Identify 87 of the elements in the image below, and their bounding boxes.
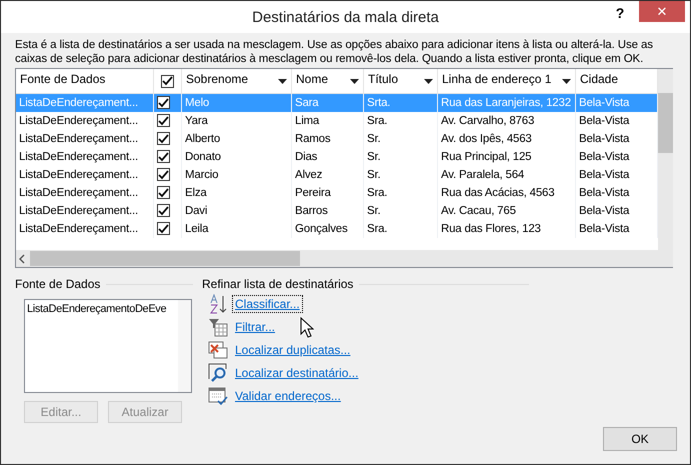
table-row[interactable]: ListaDeEndereçament... Marcio Alvez Sr. Av. Paralela, 564 Bela-Vista — [16, 166, 658, 184]
table-cell: Ramos — [292, 130, 364, 148]
vertical-scrollbar[interactable] — [178, 300, 191, 392]
table-cell: Av. Paralela, 564 — [438, 166, 576, 184]
table-cell: Marcio — [182, 166, 292, 184]
table-cell: Rua das Laranjeiras, 1232 — [438, 94, 576, 112]
table-cell: Leila — [182, 220, 292, 238]
table-cell: ListaDeEndereçament... — [16, 202, 154, 220]
row-checkbox[interactable] — [157, 114, 170, 127]
magnifier-icon — [208, 362, 228, 382]
table-cell: Melo — [182, 94, 292, 112]
ok-button[interactable]: OK — [603, 427, 677, 451]
mouse-cursor-icon — [300, 317, 314, 339]
table-cell: Dias — [292, 148, 364, 166]
table-cell: Rua das Flores, 123 — [438, 220, 576, 238]
table-cell: Yara — [182, 112, 292, 130]
link[interactable]: Localizar destinatário... — [232, 364, 362, 382]
table-cell: Lima — [292, 112, 364, 130]
select-all-checkbox[interactable] — [161, 74, 174, 88]
row-checkbox[interactable] — [157, 150, 170, 163]
table-cell: Sr. — [364, 130, 438, 148]
table-cell: Pereira — [292, 184, 364, 202]
link[interactable]: Localizar duplicatas... — [232, 340, 354, 358]
column-header[interactable]: Fonte de Dados — [16, 69, 154, 93]
calendar-check-icon — [208, 386, 228, 406]
table-cell: Alberto — [182, 130, 292, 148]
table-cell: ListaDeEndereçament... — [16, 112, 154, 130]
table-cell: Donato — [182, 148, 292, 166]
horizontal-scrollbar[interactable] — [16, 250, 658, 267]
dropdown-arrow-icon[interactable] — [562, 79, 571, 84]
row-checkbox[interactable] — [157, 222, 170, 235]
dropdown-arrow-icon[interactable] — [424, 79, 433, 84]
table-cell: Srta. — [364, 94, 438, 112]
row-checkbox[interactable] — [157, 186, 170, 199]
table-cell: Rua das Acácias, 4563 — [438, 184, 576, 202]
table-cell: ListaDeEndereçament... — [16, 130, 154, 148]
group-label: Refinar lista de destinatários — [202, 277, 354, 291]
table-cell: Elza — [182, 184, 292, 202]
table-cell: Alvez — [292, 166, 364, 184]
table-cell: Av. dos Ipês, 4563 — [438, 130, 576, 148]
duplicates-icon — [208, 340, 228, 360]
table-cell: Sra. — [364, 184, 438, 202]
table-cell: ListaDeEndereçament... — [16, 94, 154, 112]
table-row[interactable]: ListaDeEndereçament... Elza Pereira Sra. Rua das Acácias, 4563 Bela-Vista — [16, 184, 658, 202]
link[interactable]: Filtrar... — [232, 318, 278, 336]
table-cell: ListaDeEndereçament... — [16, 148, 154, 166]
window-title: Destinatários da mala direta — [252, 8, 439, 26]
sort-icon — [208, 294, 228, 314]
table-row[interactable]: ListaDeEndereçament... Leila Gonçalves Sra. Rua das Flores, 123 Bela-Vista — [16, 220, 658, 238]
link[interactable]: Validar endereços... — [232, 386, 344, 404]
column-header[interactable]: Nome — [292, 69, 364, 93]
instructions-text: Esta é a lista de destinatários a ser usada na mesclagem. Use as opções abaixo para adicionar itens à lista ou alterá-la. Use as caixas de seleção para adicionar destinatários à mesclagem ou removê-los dela. Quando a lista estiver pronta, clique em OK. — [15, 38, 654, 66]
table-row[interactable]: ListaDeEndereçament... Yara Lima Sra. Av. Carvalho, 8763 Bela-Vista — [16, 112, 658, 130]
table-cell: Gonçalves — [292, 220, 364, 238]
table-cell: Sr. — [364, 148, 438, 166]
row-checkbox[interactable] — [157, 132, 170, 145]
table-row[interactable]: ListaDeEndereçament... Davi Barros Sr. Av. Cacau, 765 Bela-Vista — [16, 202, 658, 220]
link[interactable]: Classificar... — [232, 294, 303, 312]
table-row[interactable]: ListaDeEndereçament... Alberto Ramos Sr. Av. dos Ipês, 4563 Bela-Vista — [16, 130, 658, 148]
group-label: Fonte de Dados — [15, 277, 100, 291]
table-cell: Barros — [292, 202, 364, 220]
table-cell: Rua Principal, 125 — [438, 148, 576, 166]
help-button[interactable]: ? — [608, 3, 632, 23]
filter-table-icon — [208, 316, 228, 336]
column-header[interactable]: Sobrenome — [182, 69, 292, 93]
close-button[interactable]: ✕ — [639, 1, 685, 22]
list-item[interactable]: ListaDeEndereçamentoDeEve — [25, 300, 168, 318]
table-cell: Sr. — [364, 166, 438, 184]
table-cell: Av. Cacau, 765 — [438, 202, 576, 220]
dropdown-arrow-icon[interactable] — [350, 79, 359, 84]
table-cell: Sr. — [364, 202, 438, 220]
table-cell: Sara — [292, 94, 364, 112]
table-cell: ListaDeEndereçament... — [16, 184, 154, 202]
table-cell: Sra. — [364, 220, 438, 238]
row-checkbox[interactable] — [157, 168, 170, 181]
table-cell: ListaDeEndereçament... — [16, 220, 154, 238]
dropdown-arrow-icon[interactable] — [278, 79, 287, 84]
table-cell: Davi — [182, 202, 292, 220]
row-checkbox[interactable] — [157, 204, 170, 217]
table-cell: Sra. — [364, 112, 438, 130]
column-header[interactable]: Linha de endereço 1 — [438, 69, 576, 93]
table-cell: ListaDeEndereçament... — [16, 166, 154, 184]
vertical-scrollbar[interactable] — [658, 69, 673, 267]
table-row[interactable]: ListaDeEndereçament... Donato Dias Sr. Rua Principal, 125 Bela-Vista — [16, 148, 658, 166]
row-checkbox[interactable] — [157, 96, 170, 109]
column-header[interactable]: Título — [364, 69, 438, 93]
table-cell: Av. Carvalho, 8763 — [438, 112, 576, 130]
